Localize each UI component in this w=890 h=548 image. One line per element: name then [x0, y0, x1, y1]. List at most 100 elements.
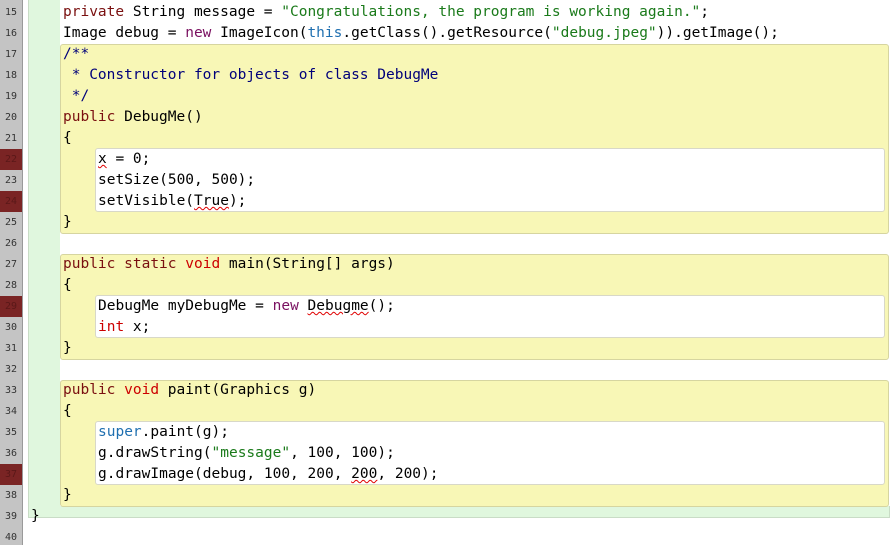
code-token: public: [63, 382, 116, 398]
code-token: , 200);: [377, 466, 439, 482]
code-line[interactable]: x = 0;: [98, 149, 150, 170]
code-token: .getClass().getResource(: [342, 25, 552, 41]
line-number[interactable]: 27: [0, 254, 22, 275]
code-token: }: [31, 508, 40, 524]
code-line[interactable]: */: [63, 86, 89, 107]
code-line[interactable]: }: [63, 338, 72, 359]
line-number[interactable]: 34: [0, 401, 22, 422]
code-token: new: [272, 298, 299, 314]
code-token: "Congratulations, the program is working…: [281, 4, 701, 20]
code-token: "message": [211, 445, 291, 461]
breakpoint-line-number[interactable]: 37: [0, 464, 22, 485]
breakpoint-line-number[interactable]: 24: [0, 191, 22, 212]
code-token: DebugMe myDebugMe =: [98, 298, 273, 314]
line-number[interactable]: 39: [0, 506, 22, 527]
breakpoint-line-number[interactable]: 29: [0, 296, 22, 317]
code-token: /**: [63, 46, 90, 62]
code-token: }: [63, 340, 72, 356]
line-number[interactable]: 38: [0, 485, 22, 506]
line-number[interactable]: 35: [0, 422, 22, 443]
code-token: main(String[] args): [220, 256, 395, 272]
code-line[interactable]: {: [63, 401, 72, 422]
line-number[interactable]: 32: [0, 359, 22, 380]
code-token: .paint(g);: [141, 424, 229, 440]
code-line[interactable]: public DebugMe(): [63, 107, 203, 128]
code-line[interactable]: super.paint(g);: [98, 422, 229, 443]
code-line[interactable]: g.drawImage(debug, 100, 200, 200, 200);: [98, 464, 438, 485]
code-token: x;: [124, 319, 151, 335]
line-number-gutter[interactable]: 15 16 17 18 19 20 21 22 23 24 25 26 27 28 29 30 31 32 33 34…: [0, 0, 23, 545]
line-number[interactable]: 23: [0, 170, 22, 191]
code-token: g.drawString(: [98, 445, 212, 461]
line-number[interactable]: 26: [0, 233, 22, 254]
line-number[interactable]: 19: [0, 86, 22, 107]
line-number[interactable]: 18: [0, 65, 22, 86]
code-line[interactable]: }: [31, 506, 40, 527]
line-number[interactable]: 15: [0, 2, 22, 23]
code-token: private: [63, 4, 125, 20]
breakpoint-line-number[interactable]: 22: [0, 149, 22, 170]
line-number[interactable]: 20: [0, 107, 22, 128]
code-token: * Constructor for objects of class Debug…: [63, 67, 439, 83]
code-token: ImageIcon(: [211, 25, 308, 41]
line-number[interactable]: 36: [0, 443, 22, 464]
code-token: public: [63, 256, 116, 272]
code-token: setSize(500, 500);: [98, 172, 256, 188]
line-number[interactable]: 33: [0, 380, 22, 401]
code-token: }: [63, 487, 72, 503]
code-line[interactable]: {: [63, 275, 72, 296]
code-token: void: [185, 256, 221, 272]
code-token: public: [63, 109, 116, 125]
code-token: super: [98, 424, 142, 440]
code-token: , 100, 100);: [290, 445, 395, 461]
code-line[interactable]: {: [63, 128, 72, 149]
code-token: ;: [700, 4, 710, 20]
code-line[interactable]: g.drawString("message", 100, 100);: [98, 443, 395, 464]
code-line[interactable]: private String message = "Congratulation…: [63, 2, 709, 23]
code-token: this: [307, 25, 343, 41]
line-number[interactable]: 21: [0, 128, 22, 149]
code-line[interactable]: public void paint(Graphics g): [63, 380, 316, 401]
line-number[interactable]: 30: [0, 317, 22, 338]
code-token: */: [63, 88, 90, 104]
line-number[interactable]: 17: [0, 44, 22, 65]
line-number[interactable]: 28: [0, 275, 22, 296]
code-token: ();: [368, 298, 395, 314]
error-token: Debugme: [307, 298, 369, 314]
code-line[interactable]: }: [63, 212, 72, 233]
code-token: void: [124, 382, 160, 398]
code-token: static: [124, 256, 177, 272]
line-number[interactable]: 16: [0, 23, 22, 44]
code-line[interactable]: * Constructor for objects of class Debug…: [63, 65, 439, 86]
code-token: }: [63, 214, 72, 230]
line-number[interactable]: 25: [0, 212, 22, 233]
code-token: )).getImage();: [656, 25, 779, 41]
code-line[interactable]: setVisible(True);: [98, 191, 246, 212]
line-number[interactable]: 31: [0, 338, 22, 359]
error-token: True: [194, 193, 229, 209]
code-token: {: [63, 403, 72, 419]
code-token: int: [98, 319, 125, 335]
code-line[interactable]: int x;: [98, 317, 150, 338]
error-token: 200: [351, 466, 378, 482]
code-line[interactable]: DebugMe myDebugMe = new Debugme();: [98, 296, 395, 317]
code-token: );: [228, 193, 247, 209]
code-token: paint(Graphics g): [159, 382, 317, 398]
code-token: g.drawImage(debug, 100, 200,: [98, 466, 352, 482]
code-line[interactable]: setSize(500, 500);: [98, 170, 255, 191]
code-line[interactable]: public static void main(String[] args): [63, 254, 395, 275]
code-token: String message =: [124, 4, 282, 20]
code-line[interactable]: Image debug = new ImageIcon(this.getClas…: [63, 23, 779, 44]
code-line[interactable]: }: [63, 485, 72, 506]
code-token: = 0;: [106, 151, 151, 167]
error-token: x: [98, 151, 107, 167]
code-token: {: [63, 130, 72, 146]
code-line[interactable]: /**: [63, 44, 89, 65]
code-token: DebugMe(): [115, 109, 203, 125]
code-token: Image debug =: [63, 25, 186, 41]
code-token: setVisible(: [98, 193, 195, 209]
